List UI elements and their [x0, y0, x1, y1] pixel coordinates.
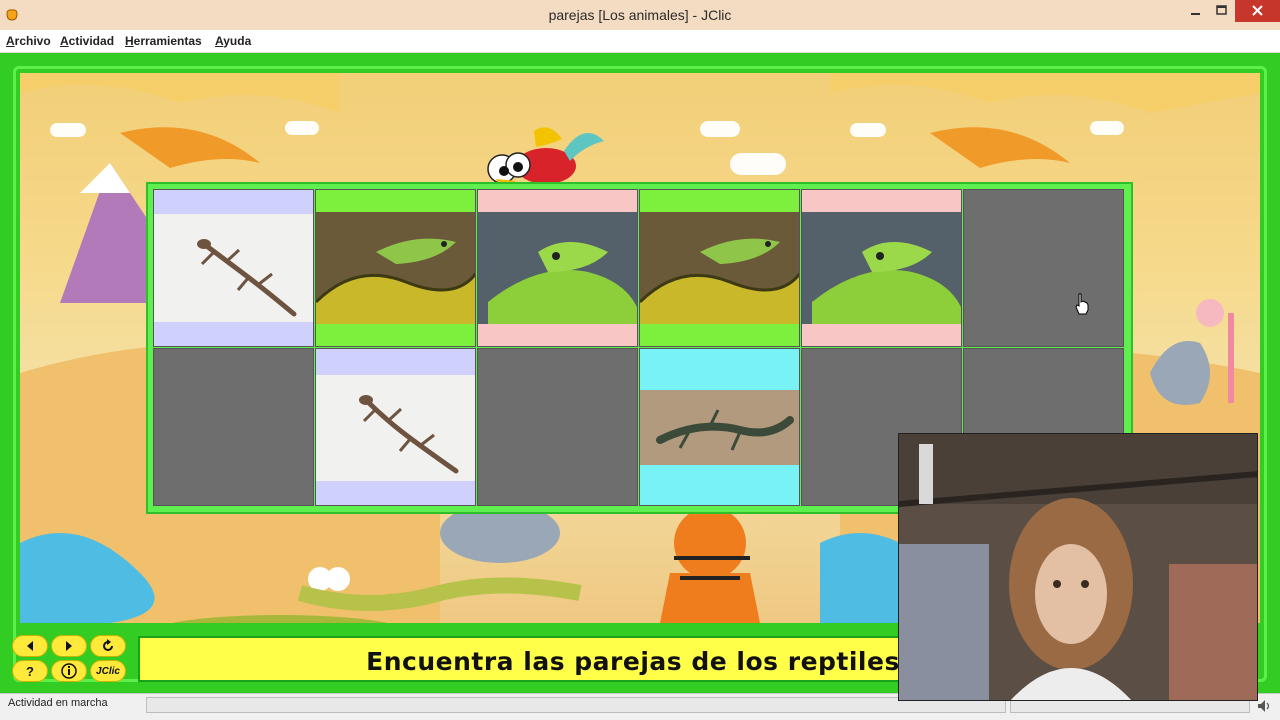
- status-text: Actividad en marcha: [8, 697, 108, 709]
- board-cell[interactable]: [801, 189, 962, 347]
- hand-cursor-icon: [1075, 293, 1089, 315]
- board-cell[interactable]: [477, 348, 638, 506]
- arrow-left-icon: [27, 641, 33, 651]
- jclic-logo-button[interactable]: JClic: [90, 660, 126, 682]
- board-cell[interactable]: [477, 189, 638, 347]
- wall-lizard-icon: [640, 390, 799, 465]
- restart-button[interactable]: [90, 635, 126, 657]
- iguana-icon: [478, 212, 637, 324]
- arrow-right-icon: [66, 641, 72, 651]
- minimize-icon: [1191, 13, 1200, 15]
- gecko-picture: [154, 214, 313, 322]
- webcam-video-image: [899, 434, 1257, 700]
- gecko-icon: [154, 214, 313, 322]
- gecko-icon: [316, 375, 475, 481]
- close-icon: [1252, 5, 1263, 16]
- board-cell[interactable]: [153, 189, 314, 347]
- green-snake-icon: [316, 212, 475, 324]
- menu-herramientas[interactable]: Herramientas: [125, 34, 202, 48]
- speaker-icon[interactable]: [1256, 698, 1272, 714]
- info-button[interactable]: [51, 660, 87, 682]
- board-cell[interactable]: [153, 348, 314, 506]
- iguana-icon: [802, 212, 961, 324]
- next-button[interactable]: [51, 635, 87, 657]
- iguana-picture: [802, 212, 961, 324]
- status-field: [146, 697, 1006, 713]
- menu-actividad[interactable]: Actividad: [60, 34, 114, 48]
- maximize-icon: [1216, 5, 1227, 15]
- maximize-button[interactable]: [1208, 0, 1235, 22]
- gecko-picture: [316, 375, 475, 481]
- window-title: parejas [Los animales] - JClic: [548, 7, 732, 23]
- board-cell[interactable]: [315, 348, 476, 506]
- minimize-button[interactable]: [1182, 0, 1208, 22]
- green-snake-icon: [640, 212, 799, 324]
- green-snake-picture: [316, 212, 475, 324]
- board-cell[interactable]: [639, 348, 800, 506]
- menu-bar: Archivo Actividad Herramientas Ayuda: [0, 30, 1280, 53]
- green-snake-picture: [640, 212, 799, 324]
- menu-archivo[interactable]: Archivo: [6, 34, 51, 48]
- menu-ayuda[interactable]: Ayuda: [215, 34, 251, 48]
- close-button[interactable]: [1235, 0, 1280, 22]
- previous-button[interactable]: [12, 635, 48, 657]
- webcam-overlay: [898, 433, 1258, 701]
- board-cell[interactable]: [963, 189, 1124, 347]
- iguana-picture: [478, 212, 637, 324]
- title-bar: parejas [Los animales] - JClic: [0, 0, 1280, 30]
- board-cell[interactable]: [639, 189, 800, 347]
- restart-icon: [103, 639, 113, 651]
- board-cell[interactable]: [315, 189, 476, 347]
- help-button[interactable]: ?: [12, 660, 48, 682]
- wall-lizard-picture: [640, 390, 799, 465]
- info-icon: [61, 663, 77, 679]
